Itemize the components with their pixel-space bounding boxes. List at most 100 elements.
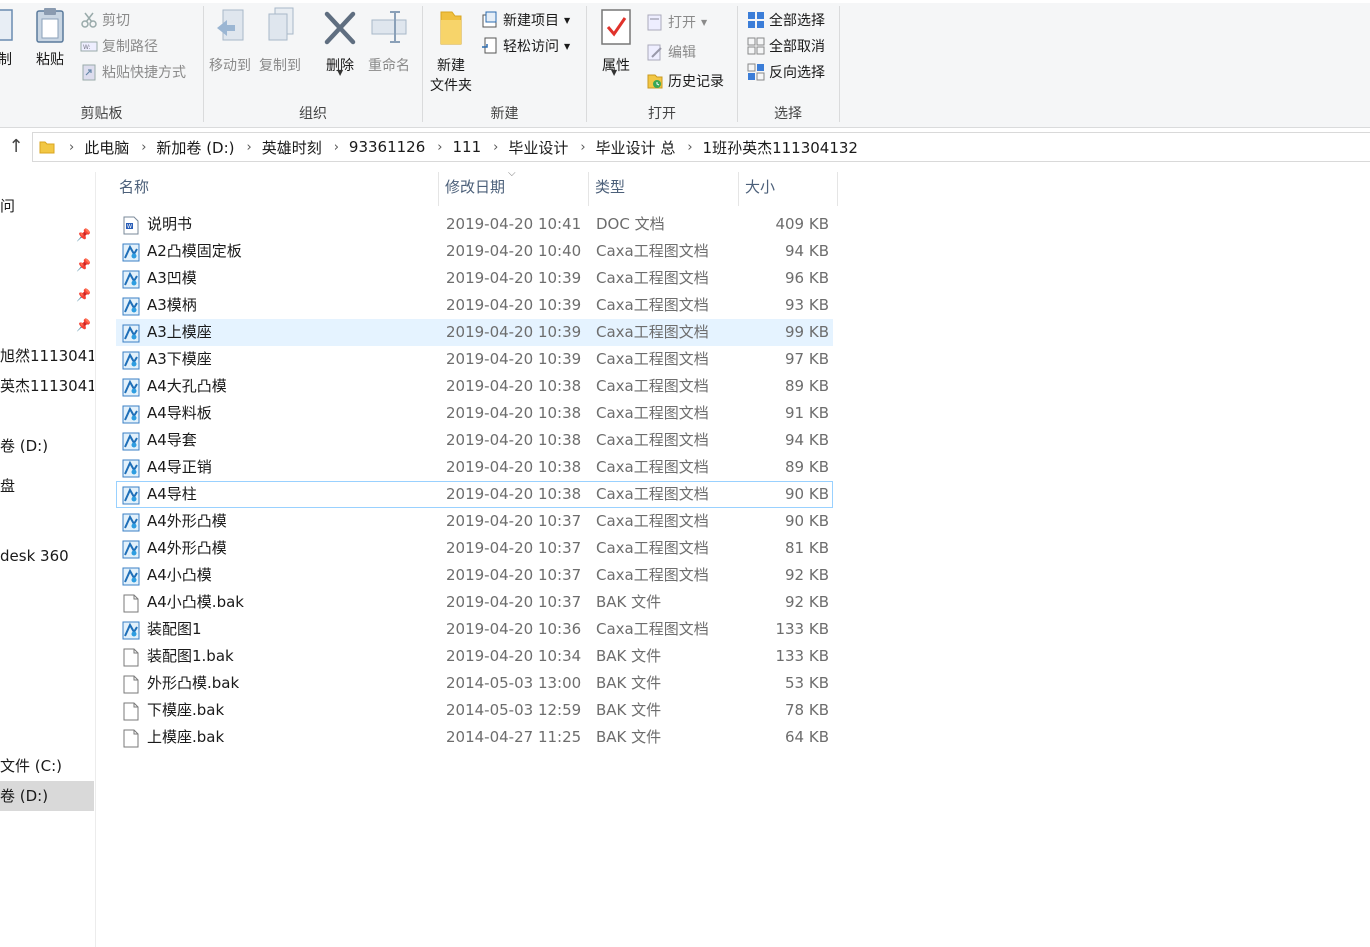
- table-row[interactable]: 下模座.bak 2014-05-03 12:59 BAK 文件 78 KB: [116, 697, 833, 724]
- chevron-right-icon[interactable]: ›: [493, 140, 498, 155]
- table-row[interactable]: A4大孔凸模 2019-04-20 10:38 Caxa工程图文档 89 KB: [116, 373, 833, 400]
- ribbon-top-line: [0, 0, 1370, 3]
- cut-label: 剪切: [102, 13, 130, 29]
- file-type: BAK 文件: [596, 701, 662, 719]
- table-row[interactable]: A2凸模固定板 2019-04-20 10:40 Caxa工程图文档 94 KB: [116, 238, 833, 265]
- select-all-button[interactable]: 全部选择: [747, 8, 825, 32]
- new-item-button[interactable]: 新建项目 ▼: [481, 8, 570, 32]
- nav-item-drive-d[interactable]: 卷 (D:): [0, 431, 94, 461]
- file-date: 2019-04-20 10:38: [446, 485, 582, 503]
- nav-item-folder-1[interactable]: 旭然1113041: [0, 341, 94, 371]
- table-row[interactable]: A4导料板 2019-04-20 10:38 Caxa工程图文档 91 KB: [116, 400, 833, 427]
- nav-item-drive-d-selected[interactable]: 卷 (D:): [0, 781, 94, 811]
- breadcrumb-label[interactable]: 1班孙英杰111304132: [703, 137, 858, 158]
- file-name: A2凸模固定板: [147, 242, 242, 260]
- file-name: A4外形凸模: [147, 512, 227, 530]
- breadcrumb-label[interactable]: 此电脑: [84, 137, 129, 158]
- chevron-right-icon[interactable]: ›: [334, 140, 339, 155]
- nav-item-folder-2[interactable]: 英杰1113041: [0, 371, 94, 401]
- table-row[interactable]: A4导套 2019-04-20 10:38 Caxa工程图文档 94 KB: [116, 427, 833, 454]
- open-button[interactable]: 打开 ▼: [646, 10, 707, 34]
- table-row[interactable]: W 说明书 2019-04-20 10:41 DOC 文档 409 KB: [116, 211, 833, 238]
- breadcrumb-label[interactable]: 毕业设计 总: [596, 137, 676, 158]
- edit-button[interactable]: 编辑: [646, 40, 696, 64]
- paste-button[interactable]: 粘贴: [33, 6, 67, 70]
- cut-button[interactable]: 剪切: [80, 8, 130, 32]
- delete-x-icon: [324, 11, 356, 45]
- table-row[interactable]: A4小凸模 2019-04-20 10:37 Caxa工程图文档 92 KB: [116, 562, 833, 589]
- easy-access-button[interactable]: 轻松访问 ▼: [481, 34, 570, 58]
- breadcrumb-label[interactable]: 93361126: [349, 138, 425, 156]
- new-folder-label-line2: 文件夹: [430, 78, 472, 94]
- table-row[interactable]: A3下模座 2019-04-20 10:39 Caxa工程图文档 97 KB: [116, 346, 833, 373]
- column-header-name[interactable]: 名称: [112, 172, 438, 202]
- select-none-button[interactable]: 全部取消: [747, 34, 825, 58]
- table-row[interactable]: 外形凸模.bak 2014-05-03 13:00 BAK 文件 53 KB: [116, 670, 833, 697]
- table-row[interactable]: 装配图1.bak 2019-04-20 10:34 BAK 文件 133 KB: [116, 643, 833, 670]
- address-bar[interactable]: › 此电脑 › 新加卷 (D:) › 英雄时刻 › 93361126 › 111 › 毕业设计 › 毕业设…: [32, 132, 1370, 162]
- chevron-right-icon[interactable]: ›: [141, 140, 146, 155]
- caxa-drawing-icon: [122, 486, 140, 505]
- history-button[interactable]: 历史记录: [646, 69, 724, 93]
- chevron-right-icon[interactable]: ›: [687, 140, 692, 155]
- table-row[interactable]: A4外形凸模 2019-04-20 10:37 Caxa工程图文档 90 KB: [116, 508, 833, 535]
- copy-to-button[interactable]: 复制到: [259, 6, 301, 76]
- table-row[interactable]: A4导正销 2019-04-20 10:38 Caxa工程图文档 89 KB: [116, 454, 833, 481]
- table-row[interactable]: 装配图1 2019-04-20 10:36 Caxa工程图文档 133 KB: [116, 616, 833, 643]
- breadcrumb-label[interactable]: 111: [452, 138, 481, 156]
- chevron-right-icon[interactable]: ›: [437, 140, 442, 155]
- table-row[interactable]: A3凹模 2019-04-20 10:39 Caxa工程图文档 96 KB: [116, 265, 833, 292]
- nav-item-drive-c[interactable]: 文件 (C:): [0, 751, 94, 781]
- new-folder-button[interactable]: 新建 文件夹: [430, 6, 472, 96]
- invert-selection-label: 反向选择: [769, 65, 825, 81]
- invert-selection-button[interactable]: 反向选择: [747, 60, 825, 84]
- move-to-button[interactable]: 移动到: [209, 6, 251, 76]
- easy-access-label: 轻松访问: [503, 39, 559, 55]
- paste-shortcut-button[interactable]: 粘贴快捷方式: [80, 60, 186, 84]
- copy-button[interactable]: 制: [0, 6, 16, 70]
- breadcrumb-label[interactable]: 英雄时刻: [262, 137, 322, 158]
- table-row[interactable]: A4导柱 2019-04-20 10:38 Caxa工程图文档 90 KB: [116, 481, 833, 508]
- properties-button[interactable]: 属性 ▼: [599, 6, 633, 77]
- breadcrumb-item: › 此电脑: [57, 137, 129, 158]
- file-name: 上模座.bak: [147, 728, 225, 746]
- file-name: 说明书: [147, 215, 193, 233]
- table-row[interactable]: 上模座.bak 2014-04-27 11:25 BAK 文件 64 KB: [116, 724, 833, 751]
- history-icon: [646, 72, 664, 90]
- file-type: Caxa工程图文档: [596, 296, 709, 314]
- address-row: ↑ › 此电脑 › 新加卷 (D:) › 英雄时刻 › 93361126 › 111 › 毕业设计 › 毕…: [0, 131, 1370, 163]
- file-type: Caxa工程图文档: [596, 323, 709, 341]
- file-size: 89 KB: [785, 458, 829, 476]
- file-name: 外形凸模.bak: [147, 674, 240, 692]
- nav-item-quick-access[interactable]: 问: [0, 191, 94, 221]
- breadcrumb: › 此电脑 › 新加卷 (D:) › 英雄时刻 › 93361126 › 111 › 毕业设计 › 毕业设…: [57, 137, 858, 158]
- rename-label: 重命名: [368, 58, 410, 74]
- organize-group-label: 组织: [299, 106, 327, 122]
- file-size: 89 KB: [785, 377, 829, 395]
- column-header-size[interactable]: 大小: [738, 172, 838, 202]
- chevron-right-icon[interactable]: ›: [580, 140, 585, 155]
- breadcrumb-label[interactable]: 新加卷 (D:): [156, 137, 234, 158]
- delete-button[interactable]: 删除 ▼: [323, 6, 357, 77]
- table-row[interactable]: A3上模座 2019-04-20 10:39 Caxa工程图文档 99 KB: [116, 319, 833, 346]
- invert-selection-icon: [747, 63, 765, 81]
- rename-button[interactable]: 重命名: [368, 6, 410, 76]
- column-separator[interactable]: [837, 172, 838, 206]
- chevron-right-icon[interactable]: ›: [247, 140, 252, 155]
- file-name: 下模座.bak: [147, 701, 225, 719]
- chevron-down-icon: ▼: [701, 17, 708, 27]
- table-row[interactable]: A4外形凸模 2019-04-20 10:37 Caxa工程图文档 81 KB: [116, 535, 833, 562]
- column-header-type[interactable]: 类型: [588, 172, 738, 202]
- scissors-icon: [80, 11, 98, 29]
- file-date: 2019-04-20 10:38: [446, 404, 582, 422]
- copy-path-button[interactable]: W: 复制路径: [80, 34, 158, 58]
- up-arrow-icon[interactable]: ↑: [6, 137, 26, 157]
- chevron-right-icon[interactable]: ›: [69, 140, 74, 155]
- chevron-down-icon: ▼: [564, 41, 571, 51]
- table-row[interactable]: A4小凸模.bak 2019-04-20 10:37 BAK 文件 92 KB: [116, 589, 833, 616]
- nav-item-disk[interactable]: 盘: [0, 471, 94, 501]
- breadcrumb-label[interactable]: 毕业设计: [508, 137, 568, 158]
- file-date: 2019-04-20 10:37: [446, 512, 582, 530]
- nav-item-autodesk-360[interactable]: desk 360: [0, 541, 94, 571]
- table-row[interactable]: A3模柄 2019-04-20 10:39 Caxa工程图文档 93 KB: [116, 292, 833, 319]
